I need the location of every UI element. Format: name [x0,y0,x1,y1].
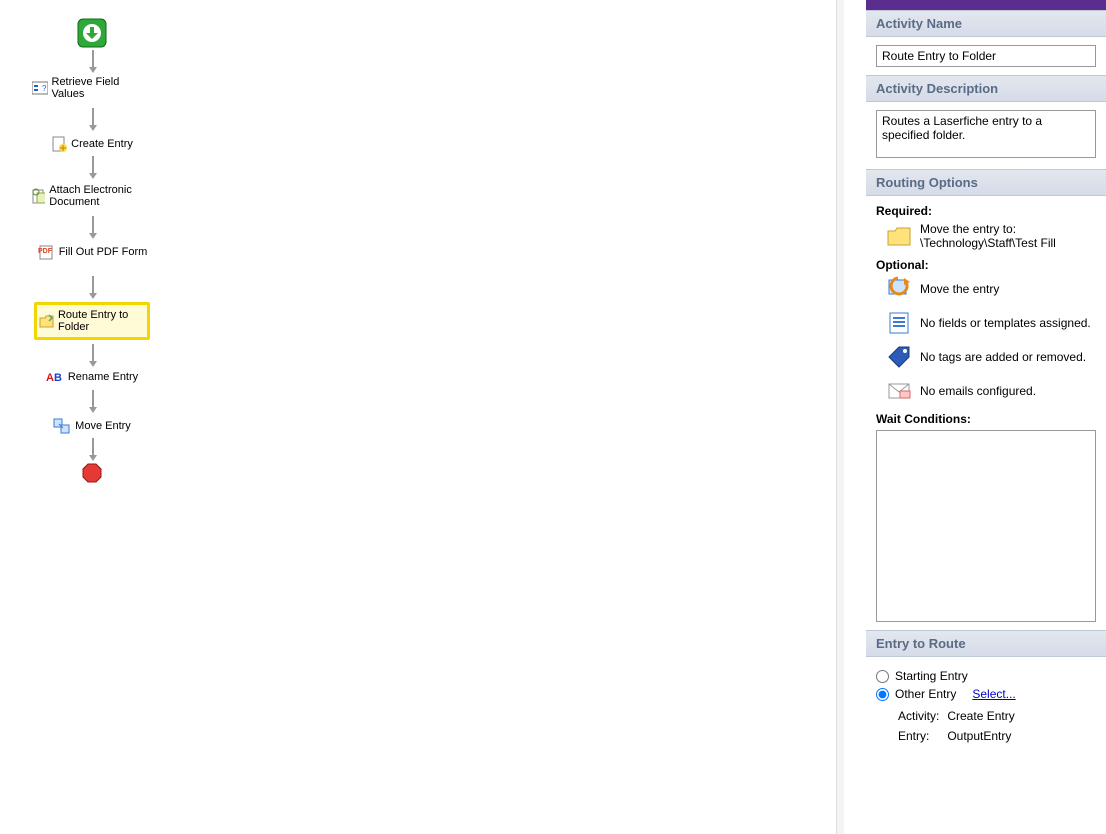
activity-description-header: Activity Description [866,75,1106,102]
other-entry-details: Activity:Create Entry Entry:OutputEntry [896,705,1017,747]
svg-text:PDF: PDF [38,248,53,255]
activity-name-input[interactable] [876,45,1096,67]
activity-name-header: Activity Name [866,10,1106,37]
option-move[interactable]: Move the entry [886,276,1096,302]
start-icon [77,18,107,48]
folder-icon [886,223,912,249]
option-fields-label: No fields or templates assigned. [920,316,1091,330]
option-fields[interactable]: No fields or templates assigned. [886,310,1096,336]
option-tags-label: No tags are added or removed. [920,350,1086,364]
option-tags[interactable]: No tags are added or removed. [886,344,1096,370]
kv-activity-label: Activity: [898,707,945,725]
stop-icon [81,462,103,484]
kv-activity-value: Create Entry [947,707,1014,725]
node-label: Route Entry to Folder [58,309,145,333]
folder-route-icon [39,313,54,329]
node-label: Fill Out PDF Form [59,246,148,258]
arrow [92,438,94,456]
option-emails-label: No emails configured. [920,384,1036,398]
wait-conditions-box[interactable] [876,430,1096,622]
workflow-canvas[interactable]: ? Retrieve Field Values Create Entry Att… [0,0,836,834]
move-refresh-icon [886,276,912,302]
fill-pdf-node[interactable]: PDF Fill Out PDF Form [32,244,152,260]
route-entry-node-selected[interactable]: Route Entry to Folder [34,302,150,340]
other-entry-radio[interactable] [876,688,889,701]
starting-entry-radio[interactable] [876,670,889,683]
attach-document-node[interactable]: Attach Electronic Document [32,184,162,208]
routing-options-header: Routing Options [866,169,1106,196]
properties-panel: Activity Name Activity Description Routi… [866,0,1106,834]
template-icon [886,310,912,336]
end-node[interactable] [32,462,152,486]
rename-icon: AB [46,370,64,384]
move-entry-node[interactable]: Move Entry [32,418,152,434]
other-entry-radio-row[interactable]: Other Entry Select... [876,687,1096,701]
node-label: Rename Entry [68,371,138,383]
node-label: Retrieve Field Values [52,76,153,100]
rename-entry-node[interactable]: AB Rename Entry [32,370,152,384]
node-label: Attach Electronic Document [49,184,162,208]
svg-text:AB: AB [46,372,62,384]
panel-title-bar [866,0,1106,10]
arrow [92,390,94,408]
form-icon: ? [32,81,48,95]
required-label: Required: [876,204,1096,218]
panel-divider[interactable] [836,0,844,834]
kv-entry-value: OutputEntry [947,727,1014,745]
arrow [92,156,94,174]
optional-label: Optional: [876,258,1096,272]
document-new-icon [51,136,67,152]
start-node[interactable] [32,18,152,50]
create-entry-node[interactable]: Create Entry [32,136,152,152]
starting-entry-radio-row[interactable]: Starting Entry [876,669,1096,683]
svg-text:?: ? [42,84,47,93]
tag-icon [886,344,912,370]
node-label: Move Entry [75,420,131,432]
node-label: Create Entry [71,138,133,150]
select-entry-link[interactable]: Select... [972,687,1015,701]
required-line1: Move the entry to: [920,222,1056,236]
retrieve-field-values-node[interactable]: ? Retrieve Field Values [32,76,152,100]
arrow [92,276,94,294]
move-icon [53,418,71,434]
email-icon [886,378,912,404]
arrow [92,216,94,234]
option-emails[interactable]: No emails configured. [886,378,1096,404]
activity-description-input[interactable] [876,110,1096,158]
other-entry-label: Other Entry [895,687,956,701]
wait-conditions-label: Wait Conditions: [876,412,1096,426]
arrow [92,344,94,362]
required-destination[interactable]: Move the entry to: \Technology\Staff\Tes… [886,222,1096,250]
arrow [92,50,94,68]
pdf-icon: PDF [37,244,55,260]
attach-icon [32,188,45,204]
arrow [92,108,94,126]
option-move-label: Move the entry [920,282,999,296]
starting-entry-label: Starting Entry [895,669,968,683]
required-line2: \Technology\Staff\Test Fill [920,236,1056,250]
entry-to-route-header: Entry to Route [866,630,1106,657]
kv-entry-label: Entry: [898,727,945,745]
